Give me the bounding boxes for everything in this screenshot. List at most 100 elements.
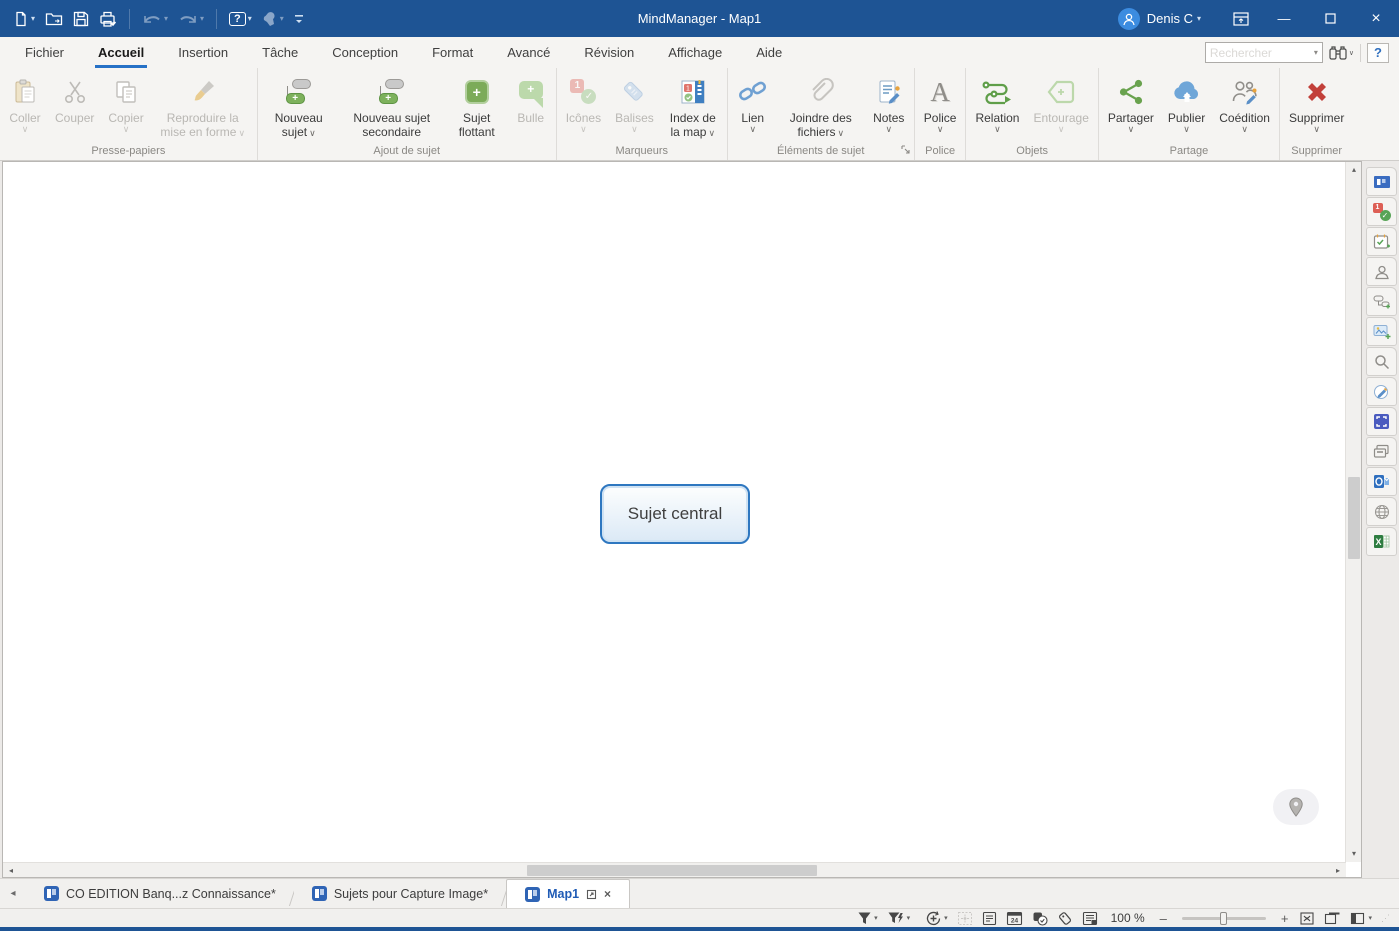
- maximize-button[interactable]: [1307, 0, 1353, 37]
- delete-button[interactable]: Supprimer ∨: [1282, 70, 1351, 135]
- scroll-down-arrow[interactable]: ▾: [1346, 846, 1362, 862]
- tab-tache[interactable]: Tâche: [245, 37, 315, 68]
- help-button[interactable]: ?: [1367, 43, 1389, 63]
- schedule-button[interactable]: 24: [1006, 911, 1023, 926]
- link-button[interactable]: Lien ∨: [730, 70, 776, 135]
- open-button[interactable]: [42, 8, 66, 30]
- touch-mode-button[interactable]: ▾: [259, 8, 287, 30]
- search-input[interactable]: [1206, 46, 1314, 60]
- smart-edit-pane-button[interactable]: [1366, 377, 1397, 406]
- coediting-button[interactable]: Coédition ∨: [1212, 70, 1277, 135]
- scroll-right-arrow[interactable]: ▸: [1330, 863, 1346, 878]
- center-map-button[interactable]: [957, 911, 973, 926]
- map-view-pane-button[interactable]: [1366, 167, 1397, 196]
- doc-tab-map1[interactable]: Map1 ×: [506, 879, 630, 908]
- callout-button[interactable]: + Bulle: [508, 70, 554, 126]
- new-document-button[interactable]: ▾: [10, 8, 38, 30]
- doc-tab-2[interactable]: Sujets pour Capture Image*: [294, 879, 506, 908]
- doc-tab-label: Sujets pour Capture Image*: [334, 887, 488, 901]
- capture-pane-button[interactable]: [1366, 407, 1397, 436]
- user-name-label[interactable]: Denis C: [1147, 11, 1193, 26]
- horizontal-scroll-thumb[interactable]: [527, 865, 817, 876]
- tab-insertion[interactable]: Insertion: [161, 37, 245, 68]
- search-box[interactable]: ▾: [1205, 42, 1323, 63]
- tab-fichier[interactable]: Fichier: [8, 37, 81, 68]
- outlook-pane-button[interactable]: [1366, 467, 1397, 496]
- map-index-button[interactable]: 1 Index de la map∨: [661, 70, 725, 141]
- tab-format[interactable]: Format: [415, 37, 490, 68]
- tab-aide[interactable]: Aide: [739, 37, 799, 68]
- tab-conception[interactable]: Conception: [315, 37, 415, 68]
- tab-avance[interactable]: Avancé: [490, 37, 567, 68]
- task-info-pane-button[interactable]: [1366, 227, 1397, 256]
- zoom-slider[interactable]: [1182, 917, 1266, 920]
- close-tab-icon[interactable]: ×: [604, 887, 611, 901]
- location-pin-icon: [1288, 797, 1304, 817]
- copy-button[interactable]: Copier ∨: [101, 70, 150, 135]
- vertical-scrollbar[interactable]: ▴ ▾: [1345, 162, 1361, 862]
- map-parts-pane-button[interactable]: [1366, 287, 1397, 316]
- search-pane-button[interactable]: [1366, 347, 1397, 376]
- fit-map-button[interactable]: [1299, 911, 1315, 926]
- excel-pane-button[interactable]: X: [1366, 527, 1397, 556]
- save-button[interactable]: [70, 8, 92, 30]
- doc-tab-1[interactable]: CO EDITION Banq...z Connaissance*: [26, 879, 294, 908]
- markers-pane-button[interactable]: 1✓: [1366, 197, 1397, 226]
- boundary-button[interactable]: Entourage ∨: [1026, 70, 1095, 135]
- filter-button[interactable]: ▾: [857, 911, 878, 925]
- scroll-left-arrow[interactable]: ◂: [3, 863, 19, 878]
- icons-marker-button[interactable]: 1✓ Icônes ∨: [559, 70, 608, 135]
- new-topic-button[interactable]: + Nouveau sujet∨: [260, 70, 338, 141]
- location-pin-button[interactable]: [1273, 789, 1319, 825]
- format-painter-button[interactable]: Reproduire la mise en forme∨: [151, 70, 255, 141]
- tab-accueil[interactable]: Accueil: [81, 37, 161, 68]
- browser-windows-pane-button[interactable]: [1366, 437, 1397, 466]
- zoom-slider-handle[interactable]: [1220, 912, 1227, 925]
- dialog-launcher-icon[interactable]: [901, 145, 910, 157]
- refresh-view-button[interactable]: ▾: [925, 910, 948, 927]
- notes-pane-button[interactable]: [982, 911, 997, 926]
- relationship-button[interactable]: Relation ∨: [968, 70, 1026, 135]
- index-status-button[interactable]: [1082, 911, 1098, 926]
- floating-topic-button[interactable]: + Sujet flottant: [446, 70, 508, 140]
- pop-out-tab-icon[interactable]: [586, 889, 597, 900]
- paste-button[interactable]: Coller ∨: [2, 70, 48, 135]
- cut-button[interactable]: Couper: [48, 70, 101, 126]
- view-layout-button[interactable]: [1324, 911, 1341, 925]
- panels-button[interactable]: ▾: [1350, 912, 1372, 925]
- tab-revision[interactable]: Révision: [567, 37, 651, 68]
- redo-button[interactable]: ▾: [175, 9, 207, 29]
- central-topic[interactable]: Sujet central: [600, 484, 750, 544]
- customize-qat-button[interactable]: [291, 10, 307, 28]
- help-menu-button[interactable]: ? ▾: [226, 9, 255, 29]
- publish-button[interactable]: Publier ∨: [1161, 70, 1212, 135]
- new-subtopic-button[interactable]: + Nouveau sujet secondaire: [338, 70, 446, 140]
- horizontal-scrollbar[interactable]: ◂ ▸: [3, 862, 1346, 877]
- minimize-button[interactable]: —: [1261, 0, 1307, 37]
- tab-scroll-left-button[interactable]: ◂: [0, 879, 26, 908]
- library-pane-button[interactable]: [1366, 317, 1397, 346]
- markers-status-button[interactable]: [1032, 911, 1048, 926]
- tags-button[interactable]: Balises ∨: [608, 70, 661, 135]
- map-canvas[interactable]: Sujet central ▴ ▾ ◂ ▸: [2, 161, 1362, 878]
- zoom-out-button[interactable]: –: [1158, 911, 1169, 926]
- attach-files-button[interactable]: Joindre des fichiers∨: [776, 70, 866, 141]
- print-button[interactable]: [96, 8, 120, 30]
- tags-status-button[interactable]: [1057, 911, 1073, 926]
- vertical-scroll-thumb[interactable]: [1348, 477, 1360, 559]
- power-filter-button[interactable]: ▾: [887, 911, 911, 925]
- web-pane-button[interactable]: [1366, 497, 1397, 526]
- notes-button[interactable]: Notes ∨: [866, 70, 912, 135]
- search-dropdown-icon[interactable]: ▾: [1314, 48, 1322, 57]
- scroll-up-arrow[interactable]: ▴: [1346, 162, 1362, 178]
- zoom-in-button[interactable]: +: [1279, 911, 1291, 926]
- font-button[interactable]: A Police ∨: [917, 70, 964, 135]
- resources-pane-button[interactable]: [1366, 257, 1397, 286]
- share-button[interactable]: Partager ∨: [1101, 70, 1161, 135]
- find-button[interactable]: ∨: [1329, 45, 1354, 60]
- tab-affichage[interactable]: Affichage: [651, 37, 739, 68]
- close-button[interactable]: ×: [1353, 0, 1399, 37]
- user-avatar[interactable]: [1118, 8, 1140, 30]
- undo-button[interactable]: ▾: [139, 9, 171, 29]
- ribbon-display-options-button[interactable]: [1221, 0, 1261, 37]
